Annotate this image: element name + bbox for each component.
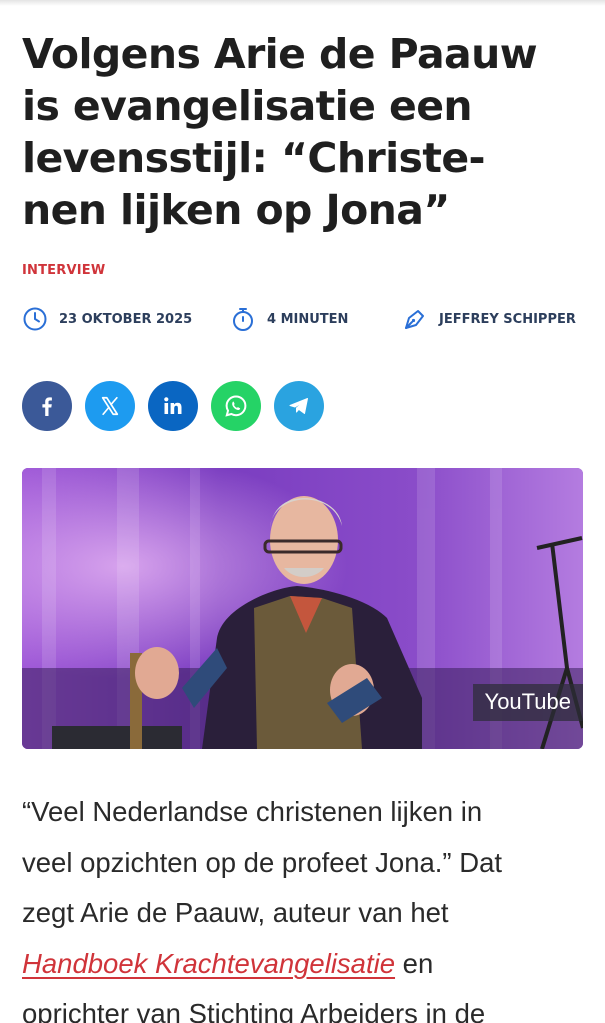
publish-date: 23 OKTOBER 2025 — [22, 303, 192, 335]
body-line-suffix: en — [395, 947, 434, 979]
top-bar-shadow — [0, 0, 605, 6]
title-line: nen lijken op Jona” — [22, 186, 450, 234]
title-line: Volgens Arie de Paauw — [22, 30, 538, 78]
x-icon — [101, 396, 119, 416]
telegram-share-button[interactable] — [274, 381, 324, 431]
whatsapp-icon — [225, 395, 247, 417]
reading-time-text: 4 MINUTEN — [267, 311, 349, 327]
clock-icon — [22, 306, 48, 332]
facebook-icon — [42, 397, 52, 416]
title-line: is evangelisatie een — [22, 82, 473, 130]
facebook-share-button[interactable] — [22, 381, 72, 431]
intro-paragraph: “Veel Nederlandse christenen lijken in v… — [22, 787, 592, 1023]
author[interactable]: JEFFREY SCHIPPER — [402, 303, 576, 335]
x-share-button[interactable] — [85, 381, 135, 431]
whatsapp-share-button[interactable] — [211, 381, 261, 431]
stopwatch-icon — [230, 306, 256, 332]
article-body: “Veel Nederlandse christenen lijken in v… — [22, 787, 592, 1023]
article-title: Volgens Arie de Paauw is evangelisatie e… — [22, 28, 587, 236]
youtube-badge: YouTube — [472, 684, 583, 721]
author-name[interactable]: JEFFREY SCHIPPER — [439, 312, 576, 327]
telegram-icon — [289, 398, 308, 414]
linkedin-share-button[interactable] — [148, 381, 198, 431]
share-buttons — [22, 381, 324, 431]
body-line: veel opzichten op de profeet Jona.” Dat — [22, 846, 503, 878]
linkedin-icon — [164, 397, 182, 414]
category-link[interactable]: INTERVIEW — [22, 263, 105, 278]
pen-nib-icon — [402, 306, 428, 332]
video-thumbnail[interactable]: YouTube — [22, 468, 583, 749]
handboek-link[interactable]: Handboek Krachtevangelisatie — [22, 948, 395, 979]
date-text: 23 OKTOBER 2025 — [59, 311, 193, 327]
title-line: levensstijl: “Christe- — [22, 134, 486, 182]
body-line: oprichter van Stichting Arbeiders in de — [22, 998, 486, 1023]
reading-time: 4 MINUTEN — [230, 303, 348, 335]
body-line: zegt Arie de Paauw, auteur van het — [22, 897, 449, 928]
body-line: “Veel Nederlandse christenen lijken in — [22, 796, 483, 827]
body-line: Handboek Krachtevangelisatie en — [22, 939, 592, 990]
